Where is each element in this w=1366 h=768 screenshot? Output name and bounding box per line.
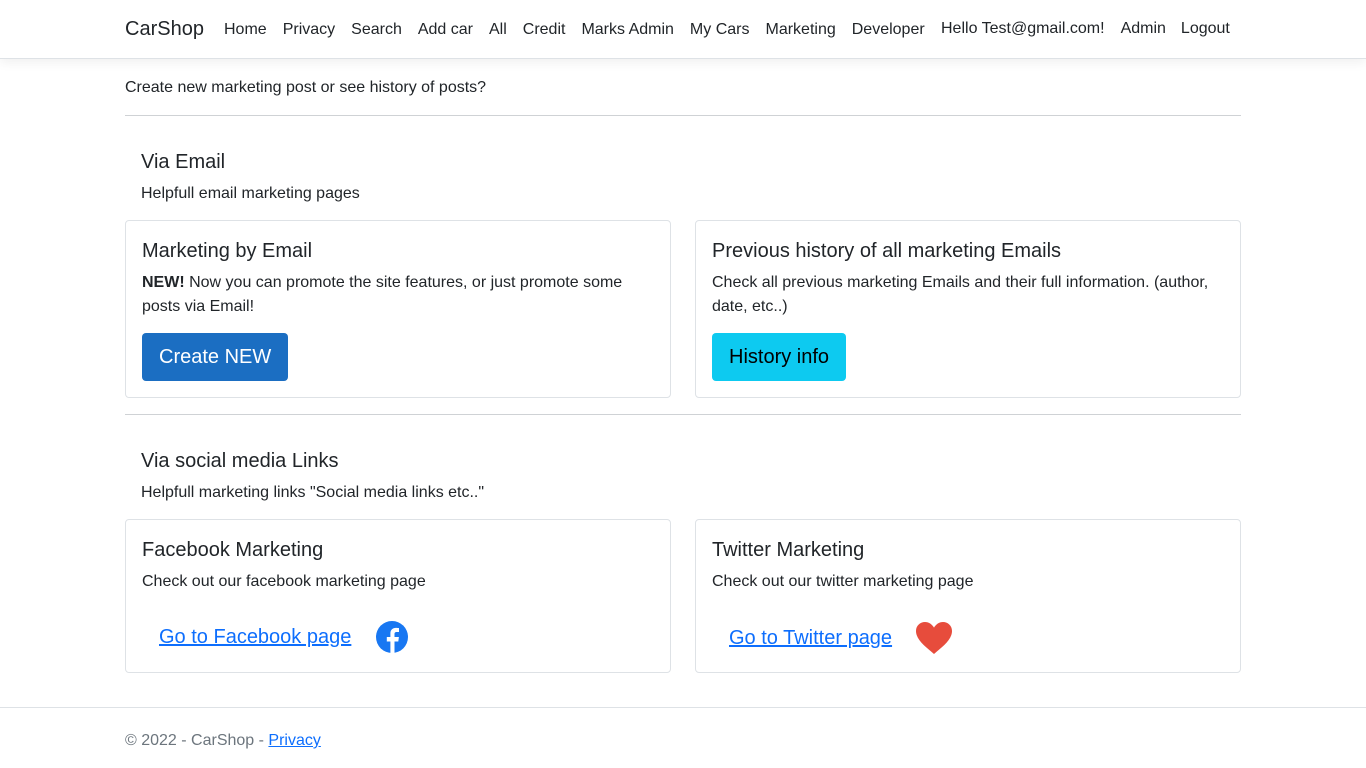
- twitter-link-row: Go to Twitter page: [729, 620, 954, 656]
- footer-privacy-link[interactable]: Privacy: [268, 732, 320, 749]
- facebook-icon[interactable]: [375, 620, 409, 654]
- history-info-button[interactable]: History info: [712, 333, 847, 381]
- nav-marketing[interactable]: Marketing: [757, 20, 843, 40]
- logout-link[interactable]: Logout: [1173, 19, 1238, 39]
- card-title: Facebook Marketing: [142, 539, 324, 561]
- email-section-subtitle: Helpfull email marketing pages: [141, 185, 360, 202]
- nav-admin[interactable]: Admin: [1113, 19, 1174, 39]
- facebook-page-link[interactable]: Go to Facebook page: [159, 626, 351, 649]
- social-section-subtitle: Helpfull marketing links "Social media l…: [141, 484, 485, 501]
- email-marketing-card: Marketing by Email NEW! Now you can prom…: [125, 220, 671, 398]
- card-text: Check out our facebook marketing page: [142, 573, 426, 590]
- main-nav: Home Privacy Search Add car All Credit M…: [216, 20, 933, 40]
- card-text: NEW! Now you can promote the site featur…: [142, 271, 642, 319]
- twitter-marketing-card: Twitter Marketing Check out our twitter …: [695, 519, 1241, 673]
- nav-credit[interactable]: Credit: [515, 20, 574, 40]
- twitter-page-link[interactable]: Go to Twitter page: [729, 627, 892, 650]
- nav-search[interactable]: Search: [343, 20, 410, 40]
- user-nav: Hello Test@gmail.com! Admin Logout: [933, 19, 1238, 39]
- card-title: Twitter Marketing: [712, 539, 865, 561]
- facebook-link-row: Go to Facebook page: [159, 620, 409, 654]
- footer: © 2022 - CarShop - Privacy: [0, 707, 1366, 768]
- nav-privacy[interactable]: Privacy: [275, 20, 343, 40]
- copyright-text: © 2022 - CarShop -: [125, 732, 269, 749]
- card-text: Check all previous marketing Emails and …: [712, 274, 1209, 315]
- facebook-marketing-card: Facebook Marketing Check out our faceboo…: [125, 519, 671, 673]
- create-new-button[interactable]: Create NEW: [142, 333, 289, 381]
- card-title: Previous history of all marketing Emails: [712, 240, 1062, 262]
- nav-developer[interactable]: Developer: [844, 20, 933, 40]
- intro-text: Create new marketing post or see history…: [125, 79, 487, 96]
- user-greeting-link[interactable]: Hello Test@gmail.com!: [933, 19, 1113, 39]
- divider-middle: [125, 414, 1241, 415]
- brand-link[interactable]: CarShop: [125, 18, 204, 41]
- email-section-title: Via Email: [141, 151, 226, 173]
- footer-text: © 2022 - CarShop - Privacy: [125, 732, 321, 750]
- nav-marks-admin[interactable]: Marks Admin: [573, 20, 681, 40]
- nav-my-cars[interactable]: My Cars: [682, 20, 758, 40]
- divider-top: [125, 115, 1241, 116]
- email-history-card: Previous history of all marketing Emails…: [695, 220, 1241, 398]
- card-text-body: Now you can promote the site features, o…: [142, 274, 623, 315]
- new-badge: NEW!: [142, 274, 185, 291]
- heart-icon[interactable]: [914, 620, 954, 656]
- card-title: Marketing by Email: [142, 240, 313, 262]
- nav-add-car[interactable]: Add car: [410, 20, 481, 40]
- navbar: CarShop Home Privacy Search Add car All …: [0, 0, 1366, 59]
- social-section-title: Via social media Links: [141, 450, 339, 472]
- nav-home[interactable]: Home: [216, 20, 275, 40]
- card-text: Check out our twitter marketing page: [712, 573, 974, 590]
- nav-all[interactable]: All: [481, 20, 515, 40]
